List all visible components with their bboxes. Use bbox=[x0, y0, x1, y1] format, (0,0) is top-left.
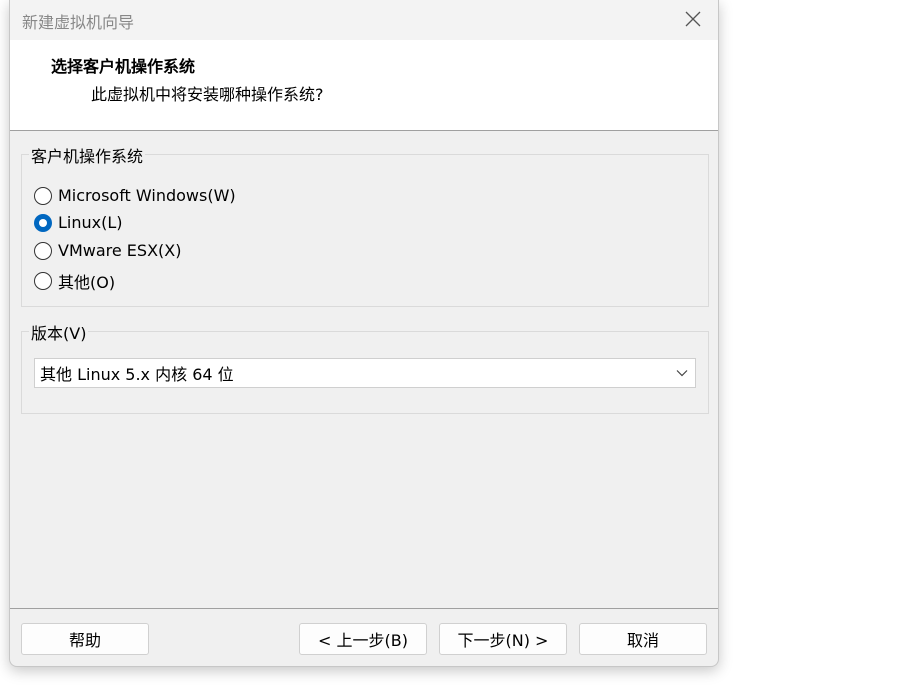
radio-label: Linux(L) bbox=[58, 213, 123, 232]
version-group-legend: 版本(V) bbox=[29, 320, 89, 344]
guest-os-group-legend: 客户机操作系统 bbox=[29, 143, 146, 167]
window-title: 新建虚拟机向导 bbox=[22, 13, 135, 32]
close-button[interactable] bbox=[674, 3, 712, 35]
help-button[interactable]: 帮助 bbox=[21, 623, 149, 655]
header-title: 选择客户机操作系统 bbox=[51, 57, 196, 76]
radio-linux[interactable]: Linux(L) bbox=[34, 213, 123, 232]
radio-label: 其他(O) bbox=[58, 273, 116, 292]
radio-button[interactable] bbox=[34, 241, 52, 260]
radio-other[interactable]: 其他(O) bbox=[34, 269, 115, 293]
version-select-value: 其他 Linux 5.x 内核 64 位 bbox=[40, 365, 234, 384]
radio-vmware-esx[interactable]: VMware ESX(X) bbox=[34, 241, 181, 260]
next-button[interactable]: 下一步(N) > bbox=[439, 623, 567, 655]
title-bar[interactable]: 新建虚拟机向导 bbox=[10, 0, 718, 40]
new-vm-wizard-dialog: 新建虚拟机向导 选择客户机操作系统 此虚拟机中将安装哪种操作系统? 客户机操作系… bbox=[9, 0, 719, 667]
close-icon bbox=[685, 11, 701, 27]
cancel-button[interactable]: 取消 bbox=[579, 623, 707, 655]
header-subtitle: 此虚拟机中将安装哪种操作系统? bbox=[91, 85, 324, 104]
version-group: 版本(V) 其他 Linux 5.x 内核 64 位 bbox=[21, 320, 709, 414]
guest-os-group: 客户机操作系统 Microsoft Windows(W) Linux(L) VM… bbox=[21, 143, 709, 307]
radio-button-checked[interactable] bbox=[34, 213, 52, 232]
radio-windows[interactable]: Microsoft Windows(W) bbox=[34, 186, 236, 205]
version-select[interactable]: 其他 Linux 5.x 内核 64 位 bbox=[34, 358, 696, 388]
footer-divider bbox=[10, 608, 718, 609]
back-button[interactable]: < 上一步(B) bbox=[299, 623, 427, 655]
radio-label: Microsoft Windows(W) bbox=[58, 186, 236, 205]
radio-label: VMware ESX(X) bbox=[58, 241, 182, 260]
radio-button[interactable] bbox=[34, 186, 52, 205]
wizard-header: 选择客户机操作系统 此虚拟机中将安装哪种操作系统? bbox=[10, 40, 718, 131]
chevron-down-icon[interactable] bbox=[669, 359, 695, 387]
radio-button[interactable] bbox=[34, 272, 52, 290]
